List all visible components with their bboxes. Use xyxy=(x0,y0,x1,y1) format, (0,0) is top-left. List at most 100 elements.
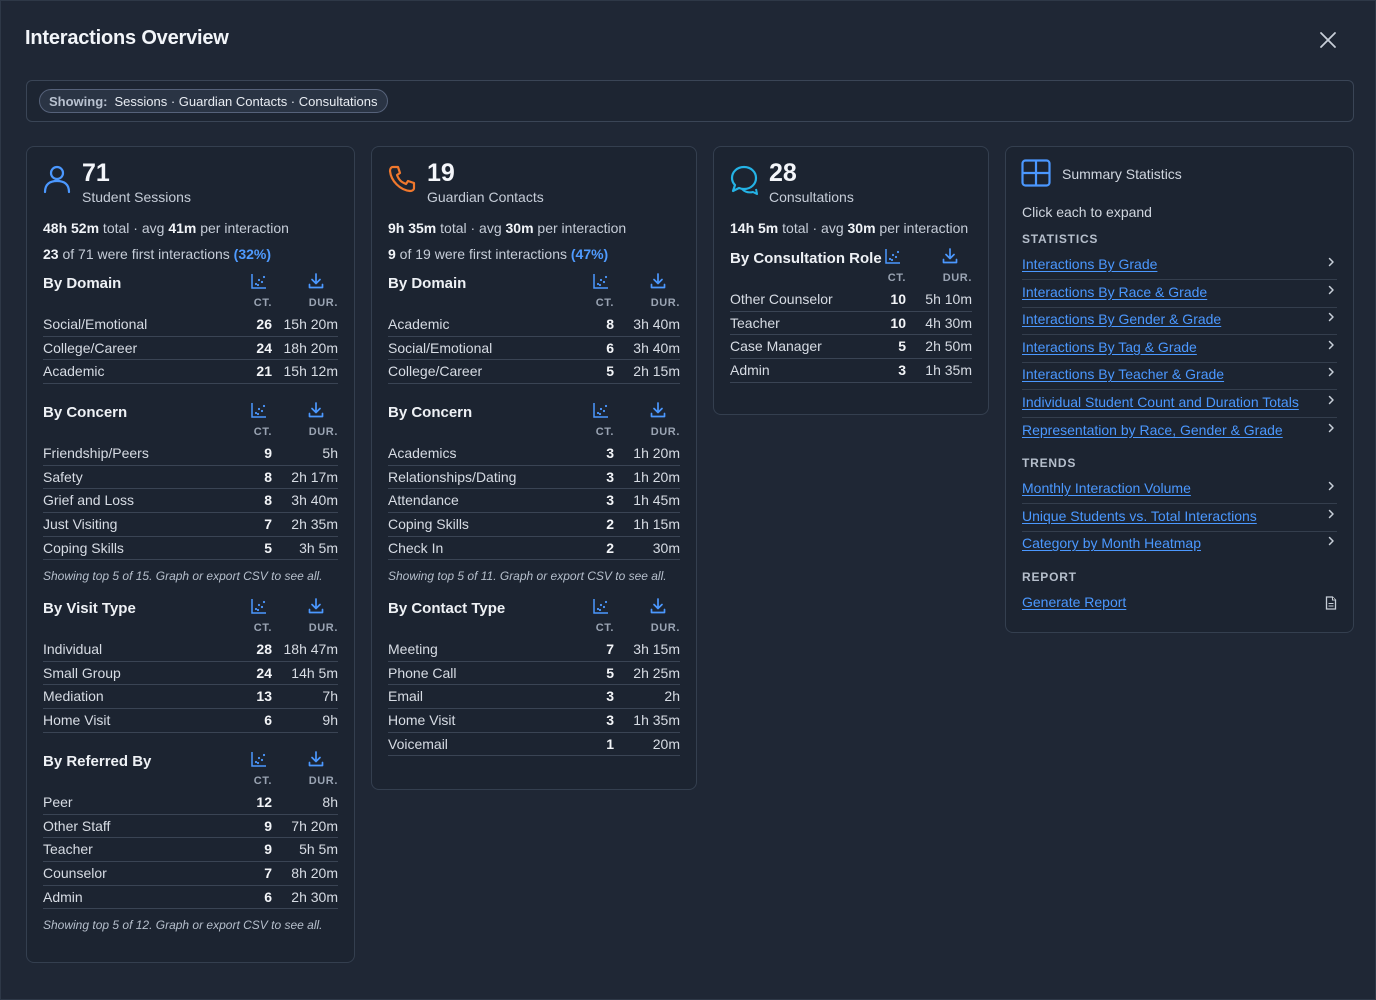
table-row: Coping Skills 2 1h 15m xyxy=(388,513,680,537)
scatter-chart-icon[interactable] xyxy=(250,750,268,768)
summary-link[interactable]: Interactions By Tag & Grade xyxy=(1022,336,1337,363)
table-row: Phone Call 5 2h 25m xyxy=(388,662,680,686)
scatter-chart-icon[interactable] xyxy=(884,247,902,265)
row-duration: 18h 47m xyxy=(283,641,338,657)
download-icon[interactable] xyxy=(307,272,325,290)
total-suffix: total · avg xyxy=(99,220,169,236)
summary-link[interactable]: Individual Student Count and Duration To… xyxy=(1022,391,1337,418)
summary-link-text: Interactions By Tag & Grade xyxy=(1022,338,1197,355)
summary-link-text: Category by Month Heatmap xyxy=(1022,535,1201,552)
table-row: Friendship/Peers 9 5h xyxy=(43,442,338,466)
session-count: 71 xyxy=(82,159,110,187)
download-icon[interactable] xyxy=(649,401,667,419)
count-column-header: CT. xyxy=(887,272,906,284)
row-duration: 2h xyxy=(664,688,680,705)
section-rows: Other Counselor 10 5h 10m Teacher 10 4h 30m Ca… xyxy=(730,288,972,383)
row-count: 2 xyxy=(606,539,614,556)
summary-link-text: Interactions By Teacher & Grade xyxy=(1022,366,1225,383)
row-count: 28 xyxy=(256,641,272,657)
row-name: College/Career xyxy=(43,339,138,356)
table-row: College/Career 5 2h 15m xyxy=(388,360,680,385)
consult-label: Consultations xyxy=(769,189,854,205)
table-row: Social/Emotional 6 3h 40m xyxy=(388,337,680,361)
guardian-label: Guardian Contacts xyxy=(427,189,544,205)
scatter-chart-icon[interactable] xyxy=(250,597,268,615)
row-duration: 8h xyxy=(322,794,338,810)
row-name: Voicemail xyxy=(388,735,448,752)
duration-column-header: DUR. xyxy=(650,426,680,438)
section-title: By Visit Type xyxy=(43,600,136,617)
table-row: College/Career 24 18h 20m xyxy=(43,337,338,361)
duration-column-header: DUR. xyxy=(308,426,338,438)
chevron-right-icon xyxy=(1328,395,1334,405)
download-icon[interactable] xyxy=(649,597,667,615)
breakdown-section: By Consultation Role CT. DUR. Other Counsel… xyxy=(730,247,972,383)
total-value: 48h 52m xyxy=(43,220,100,236)
download-icon[interactable] xyxy=(307,401,325,419)
generate-report-link[interactable]: Generate Report xyxy=(1022,591,1337,618)
row-name: Safety xyxy=(43,468,83,485)
total-value: 9h 35m xyxy=(388,220,437,236)
table-row: Check In 2 30m xyxy=(388,537,680,561)
avg-suffix: per interaction xyxy=(533,220,627,236)
avg-suffix: per interaction xyxy=(196,220,289,236)
download-icon[interactable] xyxy=(649,272,667,290)
table-row: Safety 8 2h 17m xyxy=(43,466,338,490)
row-count: 9 xyxy=(264,445,272,461)
duration-column-header: DUR. xyxy=(308,297,338,309)
summary-link[interactable]: Interactions By Gender & Grade xyxy=(1022,308,1337,336)
row-duration: 18h 20m xyxy=(283,339,338,356)
row-name: Coping Skills xyxy=(388,516,469,533)
table-row: Counselor 7 8h 20m xyxy=(43,862,338,886)
summary-hint: Click each to expand xyxy=(1022,204,1152,220)
row-duration: 2h 25m xyxy=(633,664,680,681)
summary-link[interactable]: Category by Month Heatmap xyxy=(1022,532,1337,559)
generate-report-text: Generate Report xyxy=(1022,594,1127,610)
download-icon[interactable] xyxy=(941,247,959,265)
consultations-card: 28 Consultations 14h 5m total · avg 30m … xyxy=(713,146,989,415)
row-count: 8 xyxy=(264,468,272,485)
scatter-chart-icon[interactable] xyxy=(250,401,268,419)
summary-link[interactable]: Monthly Interaction Volume xyxy=(1022,477,1337,504)
table-row: Individual 28 18h 47m xyxy=(43,638,338,662)
chevron-right-icon xyxy=(1328,340,1334,350)
interactions-overview-modal: Interactions Overview Showing: Sessions … xyxy=(0,0,1376,1000)
summary-link[interactable]: Unique Students vs. Total Interactions xyxy=(1022,505,1337,532)
chat-icon xyxy=(730,165,758,195)
row-count: 3 xyxy=(606,445,614,461)
scatter-chart-icon[interactable] xyxy=(592,401,610,419)
download-icon[interactable] xyxy=(307,597,325,615)
filter-chip[interactable]: Showing: Sessions · Guardian Contacts · … xyxy=(39,89,388,113)
scatter-chart-icon[interactable] xyxy=(592,272,610,290)
download-icon[interactable] xyxy=(307,750,325,768)
row-name: Admin xyxy=(730,362,770,379)
row-name: Just Visiting xyxy=(43,516,118,533)
table-row: Admin 3 1h 35m xyxy=(730,359,972,383)
guardian-count: 19 xyxy=(427,159,455,187)
summary-link[interactable]: Interactions By Teacher & Grade xyxy=(1022,363,1337,391)
row-duration: 1h 20m xyxy=(633,468,680,485)
summary-link[interactable]: Interactions By Race & Grade xyxy=(1022,281,1337,308)
chevron-right-icon xyxy=(1328,423,1334,432)
summary-link-text: Interactions By Grade xyxy=(1022,256,1158,272)
summary-link[interactable]: Interactions By Grade xyxy=(1022,253,1337,280)
row-duration: 14h 5m xyxy=(291,664,338,681)
table-row: Academic 8 3h 40m xyxy=(388,313,680,337)
row-duration: 2h 30m xyxy=(291,888,338,905)
row-name: Meeting xyxy=(388,641,438,657)
table-row: Admin 6 2h 30m xyxy=(43,886,338,910)
avg-value: 30m xyxy=(505,220,534,236)
breakdown-section: By Visit Type CT. DUR. Individual 28 18h 47m S… xyxy=(43,597,338,733)
chevron-right-icon xyxy=(1328,285,1334,294)
close-button[interactable] xyxy=(1317,29,1339,51)
chevron-right-icon xyxy=(1328,257,1334,267)
row-name: Social/Emotional xyxy=(43,316,148,332)
section-title: By Concern xyxy=(388,404,473,421)
total-suffix: total · avg xyxy=(778,220,848,236)
summary-link[interactable]: Representation by Race, Gender & Grade xyxy=(1022,419,1337,446)
row-duration: 1h 35m xyxy=(925,362,972,379)
row-duration: 8h 20m xyxy=(291,865,338,882)
scatter-chart-icon[interactable] xyxy=(250,272,268,290)
row-duration: 30m xyxy=(652,539,680,556)
scatter-chart-icon[interactable] xyxy=(592,597,610,615)
